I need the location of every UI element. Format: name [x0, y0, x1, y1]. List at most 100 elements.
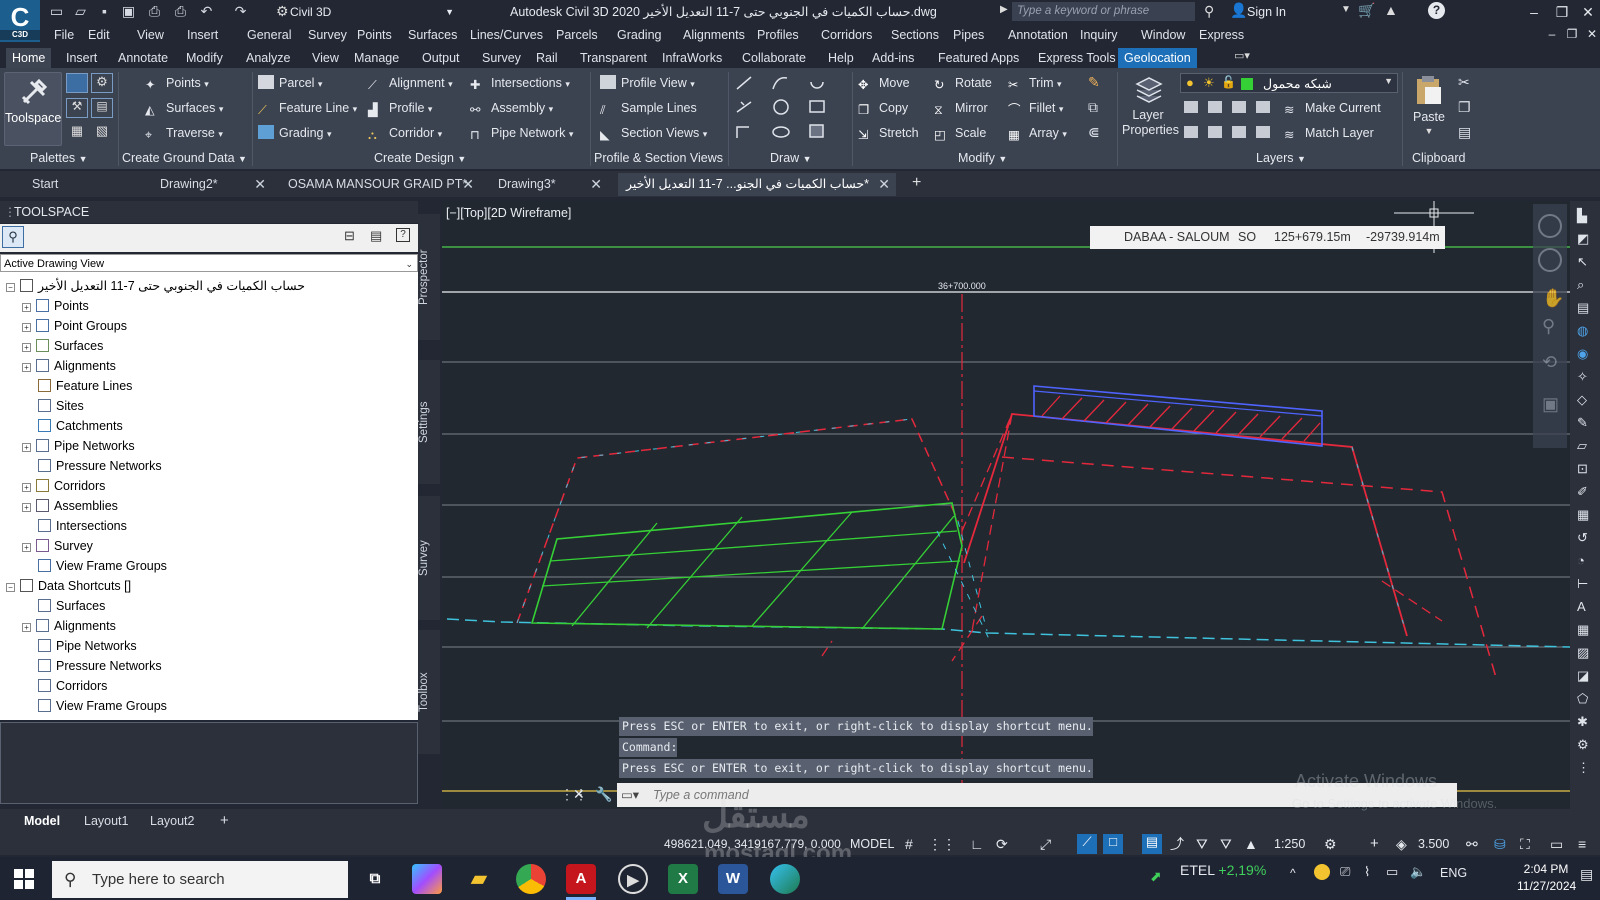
hatch-icon[interactable]: [809, 124, 824, 138]
ribbon-options-icon[interactable]: ▭▾: [1234, 49, 1256, 65]
grip-icon[interactable]: ⋮: [1577, 760, 1590, 776]
isolate-icon[interactable]: ⚯: [1466, 836, 1478, 852]
snap-icon[interactable]: ⋮⋮: [928, 836, 956, 852]
annotation-scale-value[interactable]: 1:250: [1274, 836, 1305, 852]
tree-item-intersections[interactable]: Intersections: [22, 516, 127, 536]
tree-shortcut-pipe-networks[interactable]: Pipe Networks: [22, 636, 137, 656]
rectangle-icon[interactable]: [809, 100, 825, 113]
pan-hand-icon[interactable]: ✋: [1542, 288, 1564, 309]
side-tab-prospector[interactable]: Prospector: [418, 214, 440, 340]
expand-toggle-icon[interactable]: −: [6, 283, 15, 292]
tree-item-view-frame-groups[interactable]: View Frame Groups: [22, 556, 167, 576]
measure-icon[interactable]: ▱: [1577, 438, 1587, 454]
surfaces-button[interactable]: ◭ Surfaces ▾: [145, 98, 223, 118]
polyline-draw-icon[interactable]: [736, 126, 749, 138]
tab-modify[interactable]: Modify: [180, 48, 229, 68]
item-view-icon[interactable]: ▤: [370, 228, 382, 244]
tree-item-points[interactable]: + Points: [22, 296, 89, 316]
menu-alignments[interactable]: Alignments: [683, 27, 745, 43]
tab-express-tools[interactable]: Express Tools: [1032, 48, 1122, 68]
showmotion-icon[interactable]: ▣: [1542, 394, 1559, 415]
doc-close-icon[interactable]: ✕: [1580, 24, 1600, 44]
word-icon[interactable]: W: [718, 864, 748, 894]
ellipse-icon[interactable]: [772, 126, 790, 138]
tree-data-shortcuts[interactable]: − Data Shortcuts []: [6, 576, 131, 596]
add-layout-icon[interactable]: +: [212, 811, 237, 831]
tree-item-assemblies[interactable]: + Assemblies: [22, 496, 118, 516]
new-tab-plus-icon[interactable]: +: [912, 174, 921, 192]
input-language[interactable]: ENG: [1440, 866, 1467, 880]
copy-clip-icon[interactable]: ❐: [1458, 99, 1471, 116]
circle-icon[interactable]: [773, 99, 789, 115]
orbit-tool-icon[interactable]: ⟲: [1542, 352, 1557, 373]
menu-profiles[interactable]: Profiles: [757, 27, 799, 43]
zoom-icon[interactable]: ⚲: [1542, 316, 1555, 337]
autodesk-app-icon[interactable]: ▲: [1384, 2, 1398, 18]
inquiry-icon[interactable]: ◔: [1577, 553, 1585, 568]
boundary-icon[interactable]: ⬠: [1577, 691, 1588, 707]
insert-icon[interactable]: ⊡: [1577, 461, 1588, 477]
tool-palettes-icon[interactable]: ⚒: [66, 98, 88, 118]
open-icon[interactable]: ▱: [72, 3, 89, 20]
layer-freeze-icon[interactable]: [1232, 101, 1246, 113]
chevron-down-icon[interactable]: ▼: [1341, 4, 1351, 15]
menu-insert[interactable]: Insert: [187, 27, 218, 43]
search-icon[interactable]: ⚲: [2, 226, 24, 248]
layer-unisolate-icon[interactable]: [1208, 126, 1222, 138]
profile-section-views-panel-title[interactable]: Profile & Section Views: [594, 149, 723, 167]
grading-button[interactable]: Grading ▾: [258, 123, 332, 143]
modify-panel-title[interactable]: Modify ▼: [958, 149, 1007, 167]
plot-icon[interactable]: ⎙: [146, 3, 163, 20]
arc-icon[interactable]: [810, 81, 824, 89]
paste-button[interactable]: Paste ▼: [1408, 72, 1450, 144]
save-icon[interactable]: ▪: [96, 3, 113, 20]
cart-icon[interactable]: 🛒: [1358, 2, 1375, 19]
menu-inquiry[interactable]: Inquiry: [1080, 27, 1118, 43]
tab-infraworks[interactable]: InfraWorks: [656, 48, 728, 68]
customize-status-icon[interactable]: ≡: [1578, 836, 1586, 852]
menu-view[interactable]: View: [137, 27, 164, 43]
annotation-monitor-icon[interactable]: +: [1370, 836, 1379, 852]
properties-icon[interactable]: ▙: [1577, 208, 1587, 224]
offset-icon[interactable]: ⋐: [1088, 124, 1100, 141]
settings-palette-icon[interactable]: ⚙: [91, 73, 113, 93]
tab-geolocation[interactable]: Geolocation: [1118, 48, 1197, 68]
toolspace-button[interactable]: Toolspace: [4, 72, 62, 146]
annotation-scale-icon[interactable]: ▲: [1244, 836, 1258, 852]
close-icon[interactable]: ✕: [1576, 2, 1600, 22]
sheet-set-icon[interactable]: ▧: [91, 123, 113, 143]
tab-featured-apps[interactable]: Featured Apps: [932, 48, 1025, 68]
region-icon[interactable]: ◪: [1577, 668, 1589, 684]
active-view-dropdown[interactable]: Active Drawing View ⌄: [0, 254, 418, 272]
layer-on-all-icon[interactable]: [1184, 126, 1198, 138]
tab-help[interactable]: Help: [822, 48, 860, 68]
orbit-icon[interactable]: [1538, 248, 1562, 272]
workspace-settings-icon[interactable]: ⚙: [1324, 836, 1337, 852]
tree-shortcut-corridors[interactable]: Corridors: [22, 676, 107, 696]
taskbar-clock[interactable]: 2:04 PM 11/27/2024: [1517, 861, 1576, 895]
side-tab-settings[interactable]: Settings: [418, 360, 440, 484]
array-button[interactable]: ▦ Array ▾: [1008, 123, 1067, 143]
battery-icon[interactable]: ▭: [1386, 864, 1398, 880]
close-command-icon[interactable]: ✕: [573, 786, 585, 803]
parcel-button[interactable]: Parcel ▾: [258, 73, 322, 93]
restore-icon[interactable]: ❐: [1550, 2, 1574, 22]
tree-item-pipe-networks[interactable]: + Pipe Networks: [22, 436, 135, 456]
expand-toggle-icon[interactable]: +: [22, 323, 31, 332]
cut-icon[interactable]: ✂: [1458, 74, 1470, 91]
object-icon[interactable]: ◇: [1577, 392, 1587, 408]
feature-line-button[interactable]: ⟋ Feature Line ▾: [258, 98, 357, 118]
tree-item-survey[interactable]: + Survey: [22, 536, 93, 556]
hatch-icon[interactable]: ▨: [1577, 645, 1589, 661]
tree-shortcut-view-frame-groups[interactable]: View Frame Groups: [22, 696, 167, 716]
expand-toggle-icon[interactable]: +: [22, 343, 31, 352]
menu-edit[interactable]: Edit: [88, 27, 110, 43]
redo-icon[interactable]: ↷: [232, 3, 249, 20]
menu-lines-curves[interactable]: Lines/Curves: [470, 27, 543, 43]
tab-survey[interactable]: Survey: [476, 48, 527, 68]
create-ground-data-panel-title[interactable]: Create Ground Data ▼: [122, 149, 247, 167]
menu-points[interactable]: Points: [357, 27, 392, 43]
assembly-button[interactable]: ⚯ Assembly ▾: [470, 98, 553, 118]
copilot-icon[interactable]: [412, 864, 442, 894]
dimension-icon[interactable]: ⊢: [1577, 576, 1588, 592]
